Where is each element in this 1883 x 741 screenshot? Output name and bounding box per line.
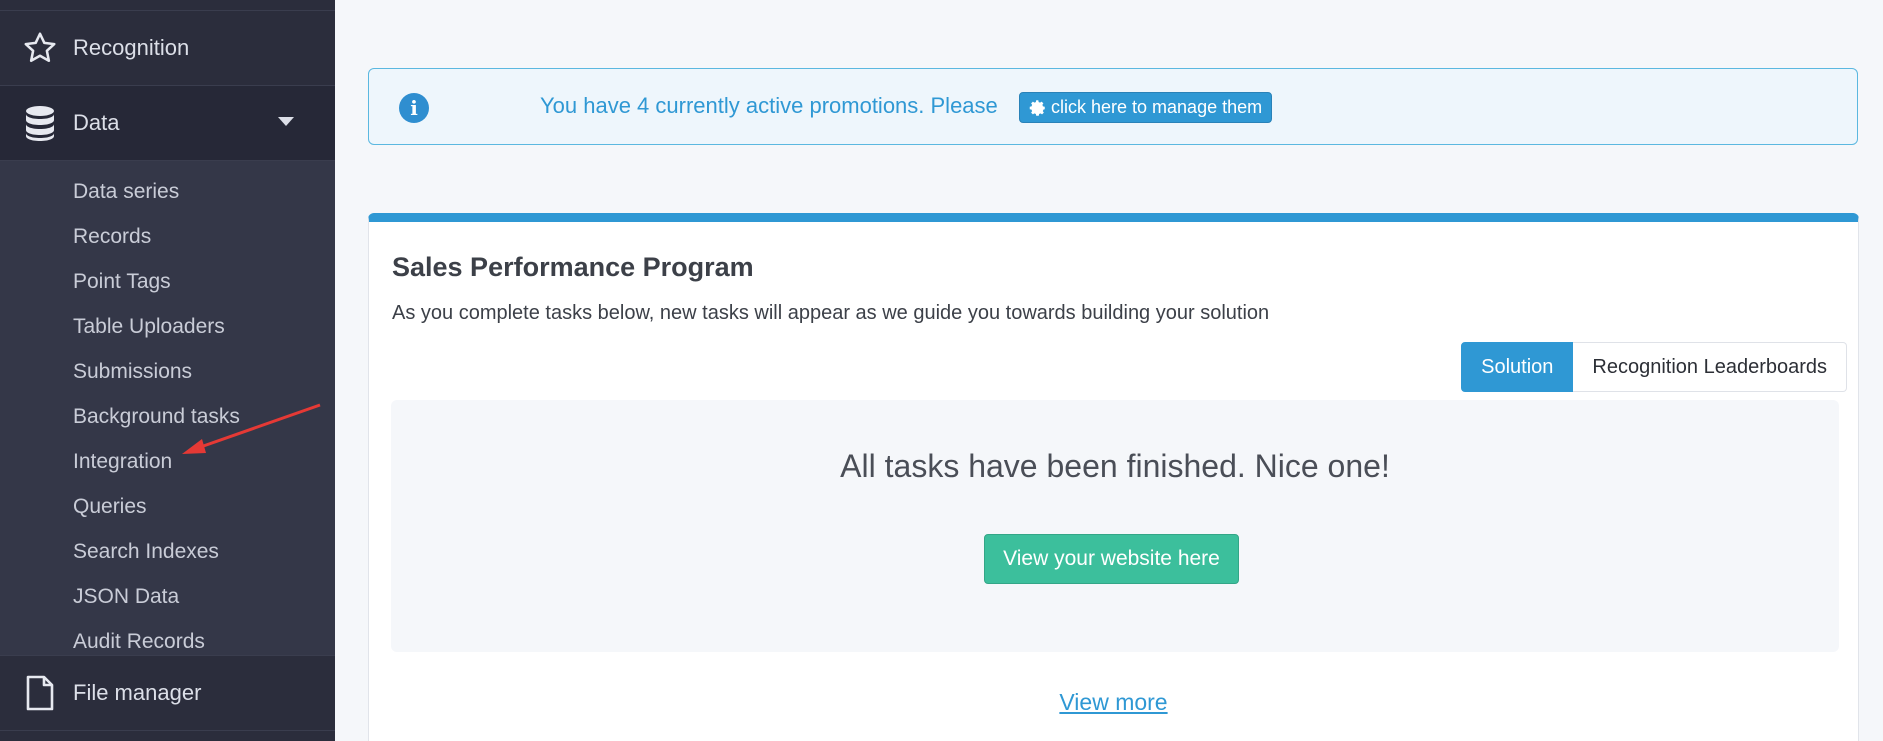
submenu-item-table-uploaders[interactable]: Table Uploaders: [0, 304, 335, 349]
tab-recognition-leaderboards[interactable]: Recognition Leaderboards: [1573, 342, 1847, 392]
manage-promotions-button[interactable]: click here to manage them: [1019, 92, 1273, 123]
program-subtitle: As you complete tasks below, new tasks w…: [392, 302, 1270, 324]
tab-solution[interactable]: Solution: [1461, 342, 1574, 392]
star-icon: [20, 28, 60, 68]
file-icon: [20, 673, 60, 713]
sidebar: Recognition Data Data series Records Poi…: [0, 0, 335, 741]
sidebar-top-divider: [0, 0, 335, 11]
submenu-item-queries[interactable]: Queries: [0, 484, 335, 529]
submenu-item-background-tasks[interactable]: Background tasks: [0, 394, 335, 439]
program-card: Sales Performance Program As you complet…: [368, 213, 1859, 741]
submenu-item-point-tags[interactable]: Point Tags: [0, 259, 335, 304]
submenu-item-submissions[interactable]: Submissions: [0, 349, 335, 394]
chevron-down-icon[interactable]: [278, 117, 294, 126]
promotions-alert: i You have 4 currently active promotions…: [368, 68, 1858, 145]
main-content: i You have 4 currently active promotions…: [335, 0, 1883, 741]
submenu-item-integration[interactable]: Integration: [0, 439, 335, 484]
card-tabs: Solution Recognition Leaderboards: [1461, 342, 1847, 392]
alert-text: You have 4 currently active promotions. …: [540, 93, 998, 118]
data-submenu: Data series Records Point Tags Table Upl…: [0, 161, 335, 655]
tasks-complete-panel: All tasks have been finished. Nice one! …: [391, 400, 1839, 652]
info-icon: i: [399, 93, 429, 123]
sidebar-item-label: Recognition: [73, 35, 190, 60]
submenu-item-data-series[interactable]: Data series: [0, 169, 335, 214]
sidebar-item-label: File manager: [73, 680, 202, 705]
sidebar-item-label: Data: [73, 110, 120, 135]
database-icon: [20, 103, 60, 143]
submenu-item-records[interactable]: Records: [0, 214, 335, 259]
tasks-complete-message: All tasks have been finished. Nice one!: [840, 448, 1390, 484]
manage-button-label: click here to manage them: [1051, 97, 1263, 117]
sidebar-item-recognition[interactable]: Recognition: [0, 11, 335, 86]
submenu-item-search-indexes[interactable]: Search Indexes: [0, 529, 335, 574]
program-title: Sales Performance Program: [392, 252, 754, 282]
view-more-link[interactable]: View more: [369, 689, 1858, 716]
submenu-item-json-data[interactable]: JSON Data: [0, 574, 335, 619]
view-website-button[interactable]: View your website here: [984, 534, 1239, 584]
sidebar-item-file-manager[interactable]: File manager: [0, 655, 335, 731]
gear-icon: [1029, 99, 1047, 117]
sidebar-item-data[interactable]: Data: [0, 86, 335, 161]
